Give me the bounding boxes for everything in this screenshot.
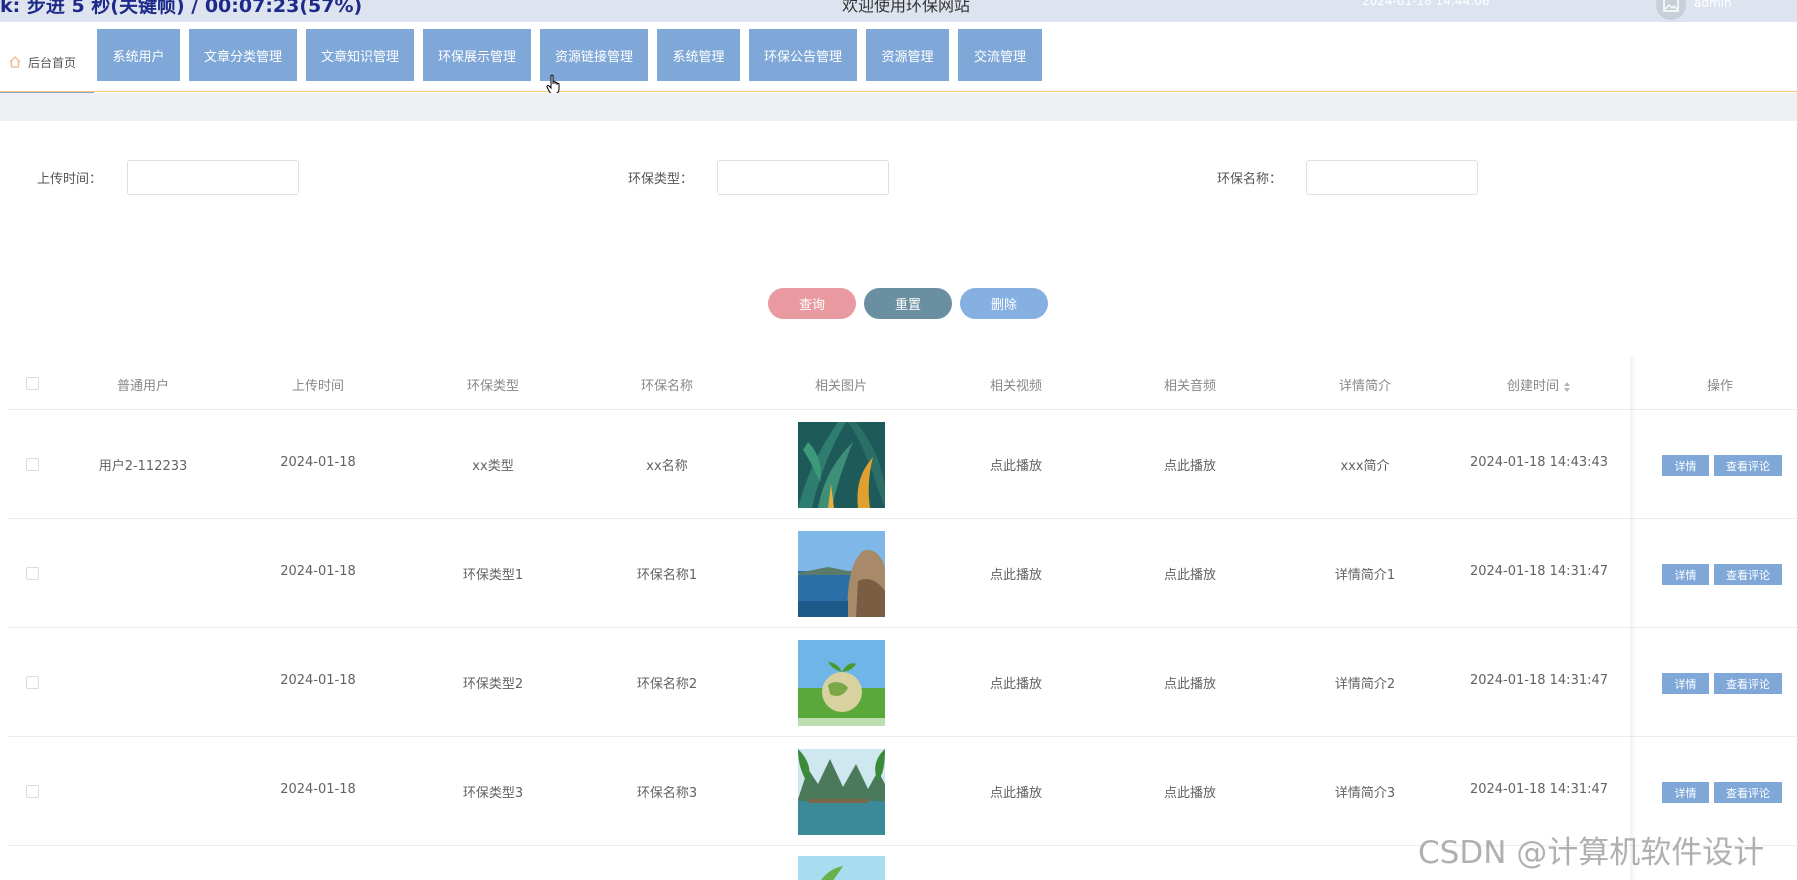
- cell-created: 2024-01-18 14:31:47: [1469, 782, 1609, 797]
- home-icon: [9, 56, 21, 68]
- cell-upload-time: 2024-01-18: [280, 673, 356, 688]
- play-audio-link[interactable]: 点此播放: [1164, 673, 1216, 692]
- cell-env-type: 环保类型2: [462, 677, 524, 692]
- row-checkbox[interactable]: [26, 567, 39, 580]
- env-type-input[interactable]: [717, 160, 889, 195]
- header-video: 相关视频: [989, 379, 1043, 394]
- nav-bar: 后台首页 系统用户 文章分类管理 文章知识管理 环保展示管理 资源链接管理 系统…: [0, 22, 1797, 95]
- view-comments-button[interactable]: 查看评论: [1714, 782, 1782, 803]
- detail-button[interactable]: 详情: [1662, 673, 1709, 694]
- row-checkbox[interactable]: [26, 785, 39, 798]
- header-env-name: 环保名称: [640, 379, 694, 394]
- cell-intro: 详情简介3: [1334, 786, 1396, 801]
- header-upload-time: 上传时间: [291, 379, 345, 394]
- cell-env-name: xx名称: [646, 459, 688, 474]
- query-button[interactable]: 查询: [768, 288, 856, 319]
- cell-env-type: xx类型: [472, 459, 514, 474]
- header-created[interactable]: 创建时间: [1507, 375, 1571, 394]
- upload-time-input[interactable]: [127, 160, 299, 195]
- delete-button[interactable]: 删除: [960, 288, 1048, 319]
- watermark: CSDN @计算机软件设计: [1418, 835, 1765, 871]
- nav-resource-manage[interactable]: 资源管理: [866, 29, 949, 81]
- play-video-link[interactable]: 点此播放: [990, 564, 1042, 583]
- header-audio: 相关音频: [1163, 379, 1217, 394]
- detail-button[interactable]: 详情: [1662, 564, 1709, 585]
- cell-user: 用户2-112233: [98, 459, 188, 474]
- data-table: 普通用户 上传时间 环保类型 环保名称 相关图片 相关视频 相关音频 详情简介 …: [8, 357, 1797, 880]
- env-name-label: 环保名称：: [1217, 172, 1283, 187]
- detail-button[interactable]: 详情: [1662, 782, 1709, 803]
- header-image: 相关图片: [814, 379, 868, 394]
- header-created-label: 创建时间: [1506, 379, 1560, 394]
- cell-created: 2024-01-18 14:31:47: [1469, 673, 1609, 688]
- play-video-link[interactable]: 点此播放: [990, 782, 1042, 801]
- cell-upload-time: 2024-01-18: [280, 564, 356, 579]
- row-checkbox[interactable]: [26, 676, 39, 689]
- cell-intro: xxx简介: [1340, 459, 1390, 474]
- header-operations: 操作: [1706, 379, 1734, 394]
- play-audio-link[interactable]: 点此播放: [1164, 782, 1216, 801]
- avatar[interactable]: [1656, 0, 1686, 20]
- sort-icon[interactable]: [1563, 381, 1571, 392]
- env-name-input[interactable]: [1306, 160, 1478, 195]
- play-audio-link[interactable]: 点此播放: [1164, 564, 1216, 583]
- view-comments-button[interactable]: 查看评论: [1714, 673, 1782, 694]
- table-row: 2024-01-18 环保类型2 环保名称2 点此播放 点此播放 详情简介2 2…: [8, 628, 1797, 737]
- upload-time-label: 上传时间：: [37, 172, 103, 187]
- detail-button[interactable]: 详情: [1662, 455, 1709, 476]
- top-bar: k: 步进 5 秒(关键帧) / 00:07:23(57%) 欢迎使用环保网站 …: [0, 0, 1797, 22]
- cell-env-name: 环保名称2: [636, 677, 698, 692]
- nav-env-notice[interactable]: 环保公告管理: [749, 29, 857, 81]
- env-type-label: 环保类型：: [628, 172, 694, 187]
- select-all-checkbox[interactable]: [26, 377, 39, 390]
- clock-text: 2024-01-18 14:44:06: [1362, 0, 1490, 8]
- view-comments-button[interactable]: 查看评论: [1714, 564, 1782, 585]
- cell-intro: 详情简介2: [1334, 677, 1396, 692]
- play-audio-link[interactable]: 点此播放: [1164, 455, 1216, 474]
- tab-home[interactable]: 后台首页: [0, 32, 94, 93]
- jungle-leaves-image[interactable]: [798, 422, 885, 508]
- cell-env-type: 环保类型3: [462, 786, 524, 801]
- play-video-link[interactable]: 点此播放: [990, 455, 1042, 474]
- nav-env-display[interactable]: 环保展示管理: [423, 29, 531, 81]
- cell-intro: 详情简介1: [1334, 568, 1396, 583]
- table-row: 2024-01-18 环保类型1 环保名称1 点此播放 点此播放 详情简介1 2…: [8, 519, 1797, 628]
- cell-env-type: 环保类型1: [462, 568, 524, 583]
- coastal-rock-image[interactable]: [798, 531, 885, 617]
- site-title: 欢迎使用环保网站: [842, 0, 971, 15]
- cell-env-name: 环保名称3: [636, 786, 698, 801]
- reset-button[interactable]: 重置: [864, 288, 952, 319]
- view-comments-button[interactable]: 查看评论: [1714, 455, 1782, 476]
- header-env-type: 环保类型: [466, 379, 520, 394]
- cell-created: 2024-01-18 14:31:47: [1469, 564, 1609, 579]
- nav-article-knowledge[interactable]: 文章知识管理: [306, 29, 414, 81]
- tab-home-label: 后台首页: [28, 55, 77, 70]
- green-earth-image[interactable]: [798, 640, 885, 726]
- nav-article-category[interactable]: 文章分类管理: [189, 29, 297, 81]
- cell-upload-time: 2024-01-18: [280, 455, 356, 470]
- fixed-column-shadow: [1630, 357, 1636, 880]
- row-checkbox[interactable]: [26, 458, 39, 471]
- admin-name[interactable]: admin: [1694, 0, 1732, 10]
- header-intro: 详情简介: [1338, 379, 1392, 394]
- nav-exchange-manage[interactable]: 交流管理: [958, 29, 1042, 81]
- nav-system-manage[interactable]: 系统管理: [657, 29, 740, 81]
- cell-created: 2024-01-18 14:43:43: [1469, 455, 1609, 470]
- table-header: 普通用户 上传时间 环保类型 环保名称 相关图片 相关视频 相关音频 详情简介 …: [8, 357, 1797, 410]
- header-user: 普通用户: [116, 379, 170, 394]
- cell-upload-time: 2024-01-18: [280, 782, 356, 797]
- nav-system-users[interactable]: 系统用户: [97, 29, 180, 81]
- cell-env-name: 环保名称1: [636, 568, 698, 583]
- content-divider-strip: [0, 93, 1797, 121]
- image-placeholder-icon: [1663, 0, 1679, 12]
- table-row: 用户2-112233 2024-01-18 xx类型 xx名称 点此播放 点此播…: [8, 410, 1797, 519]
- mountain-lake-image[interactable]: [798, 749, 885, 835]
- recording-overlay-text: k: 步进 5 秒(关键帧) / 00:07:23(57%): [0, 0, 363, 17]
- play-video-link[interactable]: 点此播放: [990, 673, 1042, 692]
- partial-row-image[interactable]: [798, 856, 885, 880]
